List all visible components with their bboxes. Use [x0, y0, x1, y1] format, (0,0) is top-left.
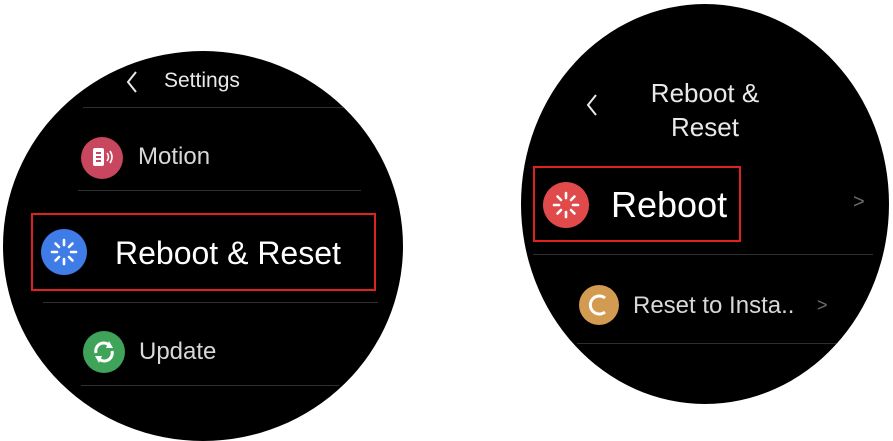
item-divider [78, 190, 361, 191]
motion-icon [81, 137, 123, 179]
reset-label: Reset to Insta.. [633, 292, 795, 319]
item-divider [81, 385, 339, 386]
page-title-line1: Reboot & [650, 78, 760, 108]
highlight-box [533, 166, 741, 242]
settings-item-label: Motion [138, 143, 211, 170]
header-divider [83, 107, 353, 108]
item-divider [533, 254, 873, 255]
page-title-line2: Reset [671, 112, 739, 142]
watch-screen-settings: Settings Motion Reboot & Reset Update [3, 51, 403, 441]
reset-item[interactable]: Reset to Insta.. > [577, 282, 837, 328]
settings-item-motion[interactable]: Motion [78, 133, 363, 179]
highlight-box [31, 213, 376, 291]
chevron-left-icon [126, 71, 137, 93]
chevron-right-icon: > [853, 191, 865, 213]
item-divider [43, 302, 378, 303]
chevron-right-icon: > [817, 295, 828, 315]
back-button[interactable] [583, 92, 603, 118]
update-icon [83, 331, 125, 373]
settings-item-label: Update [139, 338, 217, 365]
chevron-left-icon [586, 94, 597, 116]
item-divider [577, 343, 839, 344]
watch-screen-reboot-reset: Reboot & Reset Reboot > Reset to Insta..… [521, 4, 889, 404]
settings-item-update[interactable]: Update [81, 329, 361, 373]
reset-icon [579, 285, 619, 325]
page-title: Reboot & Reset [625, 76, 785, 144]
page-title: Settings [164, 69, 240, 92]
back-button[interactable] [123, 69, 143, 95]
